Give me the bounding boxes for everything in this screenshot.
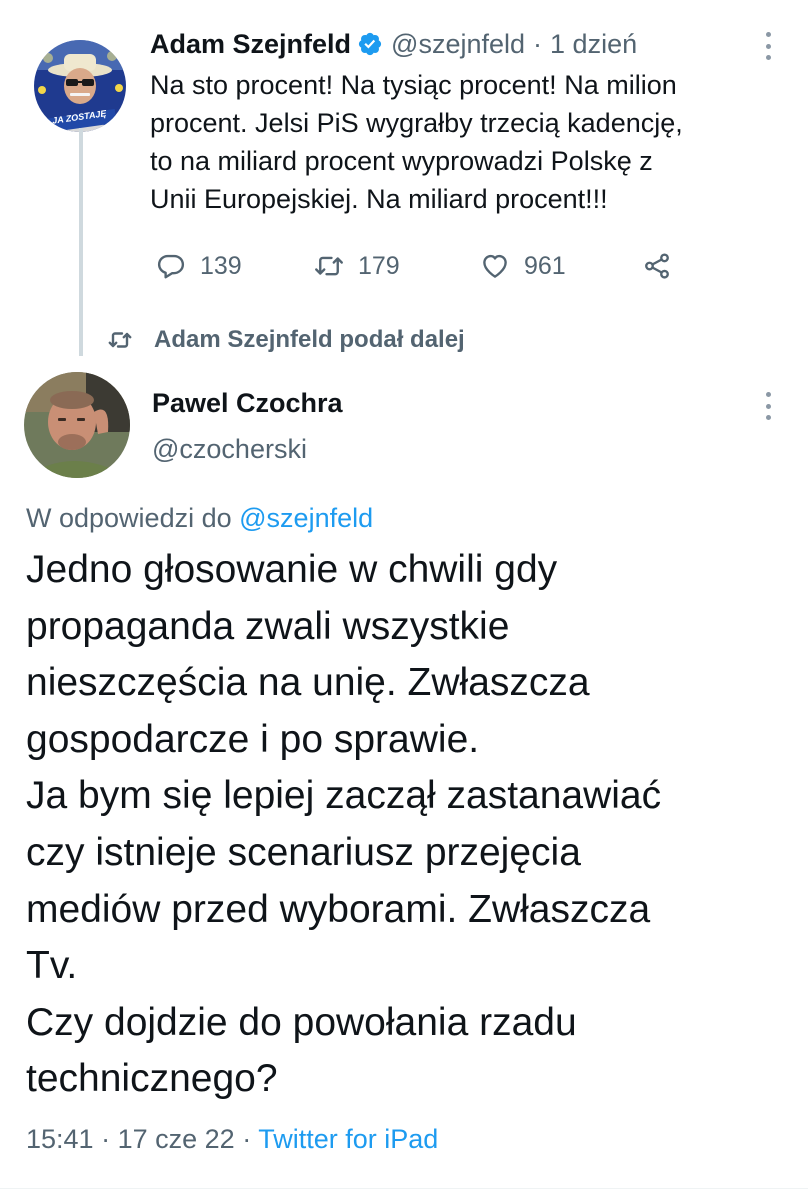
tweet-source-link[interactable]: Twitter for iPad <box>258 1124 438 1154</box>
tweet2-more-menu-icon[interactable] <box>756 386 780 426</box>
share-icon <box>645 253 669 279</box>
meta-separator: · <box>242 1124 252 1154</box>
heart-icon <box>483 254 507 278</box>
divider <box>0 1188 808 1189</box>
retweet-context-icon <box>108 332 132 348</box>
reply-prefix: W odpowiedzi do <box>26 503 232 533</box>
reply-icon <box>157 254 185 279</box>
retweet-context-label: Adam Szejnfeld podał dalej <box>154 326 465 353</box>
reply-button[interactable]: 139 <box>156 246 242 286</box>
tweet1-header: Adam Szejnfeld @szejnfeld · 1 dzień <box>150 26 637 62</box>
pawel-czochra-avatar-image <box>24 372 130 478</box>
retweet-button[interactable]: 179 <box>314 246 400 286</box>
reply-to-handle-link[interactable]: @szejnfeld <box>239 503 373 533</box>
like-count: 961 <box>524 251 566 280</box>
verified-badge-icon <box>358 32 382 56</box>
author-name[interactable]: Adam Szejnfeld <box>150 29 351 60</box>
thread-connector-line <box>79 128 83 356</box>
tweet-timestamp[interactable]: 1 dzień <box>550 29 637 60</box>
meta-separator: · <box>101 1124 111 1154</box>
reply-count: 139 <box>200 251 242 280</box>
like-button[interactable]: 961 <box>480 246 566 286</box>
avatar-pawel-czochra[interactable] <box>24 372 130 478</box>
author-handle[interactable]: @szejnfeld <box>391 29 525 60</box>
tweet-date[interactable]: 17 cze 22 <box>118 1124 235 1154</box>
tweet1-action-bar: 139 179 961 <box>150 246 690 286</box>
header-separator: · <box>533 28 543 59</box>
tweet2-text: Jedno głosowanie w chwili gdy propaganda… <box>26 548 662 1101</box>
tweet1-text: Na sto procent! Na tysiąc procent! Na mi… <box>150 70 683 214</box>
author-handle[interactable]: @czocherski <box>152 434 307 465</box>
retweet-icon <box>315 256 343 276</box>
retweet-count: 179 <box>358 251 400 280</box>
share-button[interactable] <box>642 246 686 286</box>
avatar-adam-szejnfeld[interactable]: JA ZOSTAJĘ <box>34 40 126 132</box>
retweet-context[interactable]: Adam Szejnfeld podał dalej <box>108 322 465 358</box>
tweet1-more-menu-icon[interactable] <box>756 26 780 66</box>
author-name[interactable]: Pawel Czochra <box>152 388 343 419</box>
tweet2-meta: 15:41 · 17 cze 22 · Twitter for iPad <box>26 1124 438 1155</box>
reply-context: W odpowiedzi do @szejnfeld <box>26 503 373 534</box>
tweet-time[interactable]: 15:41 <box>26 1124 94 1154</box>
